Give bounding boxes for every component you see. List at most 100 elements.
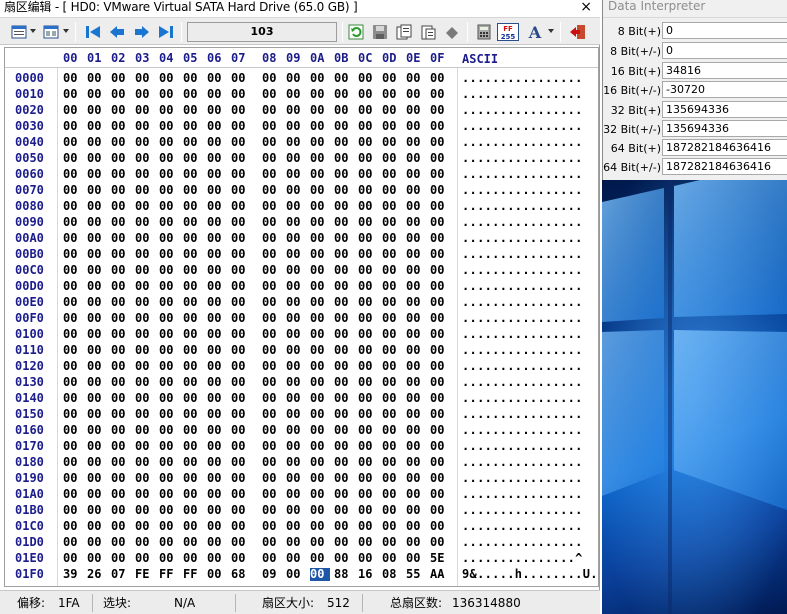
hex-byte[interactable]: 00	[135, 248, 155, 261]
hex-byte[interactable]: 00	[430, 424, 450, 437]
hex-byte[interactable]: 00	[430, 328, 450, 341]
hex-byte[interactable]: 00	[334, 504, 354, 517]
hex-byte[interactable]: 00	[286, 280, 306, 293]
hex-byte[interactable]: 00	[87, 408, 107, 421]
hex-byte[interactable]: 00	[111, 552, 131, 565]
hex-byte[interactable]: 00	[382, 344, 402, 357]
hex-byte[interactable]: 5E	[430, 552, 450, 565]
hex-byte[interactable]: 00	[286, 104, 306, 117]
hex-byte[interactable]: 00	[430, 360, 450, 373]
hex-byte[interactable]: 00	[310, 392, 330, 405]
hex-byte[interactable]: 00	[231, 120, 251, 133]
hex-byte[interactable]: 00	[430, 504, 450, 517]
hex-byte[interactable]: 00	[406, 440, 426, 453]
hex-byte[interactable]: 00	[286, 248, 306, 261]
hex-byte[interactable]: 00	[406, 280, 426, 293]
hex-byte[interactable]: 00	[286, 520, 306, 533]
hex-byte[interactable]: 00	[358, 280, 378, 293]
hex-byte[interactable]: 00	[382, 360, 402, 373]
hex-byte[interactable]: 00	[111, 312, 131, 325]
ascii-text[interactable]: ................	[462, 72, 583, 85]
hex-byte[interactable]: 00	[159, 392, 179, 405]
hex-byte[interactable]: 00	[183, 232, 203, 245]
hex-byte[interactable]: 00	[207, 456, 227, 469]
hex-byte[interactable]: 00	[231, 536, 251, 549]
hex-byte[interactable]: 00	[406, 520, 426, 533]
hex-byte[interactable]: 00	[382, 168, 402, 181]
hex-byte[interactable]: 00	[382, 440, 402, 453]
hex-byte[interactable]: 00	[135, 312, 155, 325]
hex-byte[interactable]: 00	[430, 440, 450, 453]
ascii-text[interactable]: 9&.....h........U.	[462, 568, 598, 581]
hex-byte[interactable]: 00	[430, 264, 450, 277]
hex-byte[interactable]: 00	[310, 312, 330, 325]
hex-byte[interactable]: 00	[262, 312, 282, 325]
hex-byte[interactable]: 00	[262, 344, 282, 357]
hex-byte[interactable]: 00	[286, 328, 306, 341]
hex-byte[interactable]: 00	[111, 248, 131, 261]
hex-byte[interactable]: 00	[382, 88, 402, 101]
hex-byte[interactable]: 00	[63, 232, 83, 245]
hex-byte[interactable]: 00	[382, 520, 402, 533]
hex-byte[interactable]: 00	[231, 88, 251, 101]
hex-byte[interactable]: 00	[87, 344, 107, 357]
hex-byte[interactable]: 00	[159, 504, 179, 517]
hex-byte[interactable]: 00	[358, 216, 378, 229]
hex-byte[interactable]: 00	[406, 248, 426, 261]
hex-byte[interactable]: 00	[135, 104, 155, 117]
ascii-text[interactable]: ................	[462, 520, 583, 533]
hex-byte[interactable]: 00	[358, 152, 378, 165]
interpreter-value-field[interactable]: 135694336	[662, 101, 787, 118]
hex-byte[interactable]: 00	[231, 72, 251, 85]
view-options-dropdown-icon[interactable]	[30, 29, 36, 33]
hex-byte[interactable]: 00	[358, 104, 378, 117]
hex-byte[interactable]: 00	[207, 88, 227, 101]
hex-byte[interactable]: 00	[310, 184, 330, 197]
hex-byte[interactable]: 00	[183, 136, 203, 149]
hex-byte[interactable]: 00	[207, 392, 227, 405]
hex-byte[interactable]: 00	[430, 408, 450, 421]
hex-byte[interactable]: 00	[111, 136, 131, 149]
ascii-text[interactable]: ................	[462, 424, 583, 437]
hex-byte[interactable]: 00	[310, 248, 330, 261]
hex-byte[interactable]: 00	[135, 296, 155, 309]
hex-byte[interactable]: 00	[183, 216, 203, 229]
hex-byte[interactable]: 00	[334, 520, 354, 533]
hex-byte[interactable]: 00	[358, 360, 378, 373]
hex-byte[interactable]: 00	[334, 472, 354, 485]
hex-byte[interactable]: 00	[406, 296, 426, 309]
hex-byte[interactable]: 00	[135, 184, 155, 197]
hex-byte[interactable]: 00	[159, 424, 179, 437]
close-icon[interactable]: ×	[580, 0, 592, 15]
hex-byte[interactable]: 00	[183, 360, 203, 373]
hex-byte[interactable]: 00	[358, 456, 378, 469]
hex-byte[interactable]: 00	[207, 344, 227, 357]
hex-byte[interactable]: 00	[135, 536, 155, 549]
hex-byte[interactable]: 00	[207, 328, 227, 341]
ascii-text[interactable]: ................	[462, 216, 583, 229]
hex-byte[interactable]: 00	[111, 184, 131, 197]
hex-byte[interactable]: 00	[135, 424, 155, 437]
hex-byte[interactable]: 00	[358, 248, 378, 261]
hex-byte[interactable]: 00	[111, 520, 131, 533]
hex-byte[interactable]: 00	[406, 312, 426, 325]
hex-byte[interactable]: 00	[382, 264, 402, 277]
hex-byte[interactable]: 00	[430, 72, 450, 85]
hex-byte[interactable]: 00	[286, 232, 306, 245]
hex-byte[interactable]: 00	[286, 296, 306, 309]
hex-byte[interactable]: 00	[382, 456, 402, 469]
hex-byte[interactable]: 00	[231, 392, 251, 405]
hex-byte[interactable]: 00	[63, 88, 83, 101]
hex-byte[interactable]: 00	[231, 504, 251, 517]
hex-byte[interactable]: 00	[135, 120, 155, 133]
hex-byte[interactable]: 00	[87, 168, 107, 181]
hex-byte[interactable]: 00	[207, 504, 227, 517]
paste-icon[interactable]	[419, 23, 437, 41]
hex-byte[interactable]: 00	[262, 376, 282, 389]
hex-byte[interactable]: 00	[262, 200, 282, 213]
hex-byte[interactable]: 00	[334, 552, 354, 565]
hex-byte[interactable]: 00	[63, 280, 83, 293]
hex-byte[interactable]: 00	[382, 184, 402, 197]
hex-byte[interactable]: 00	[334, 328, 354, 341]
hex-byte[interactable]: 00	[63, 424, 83, 437]
